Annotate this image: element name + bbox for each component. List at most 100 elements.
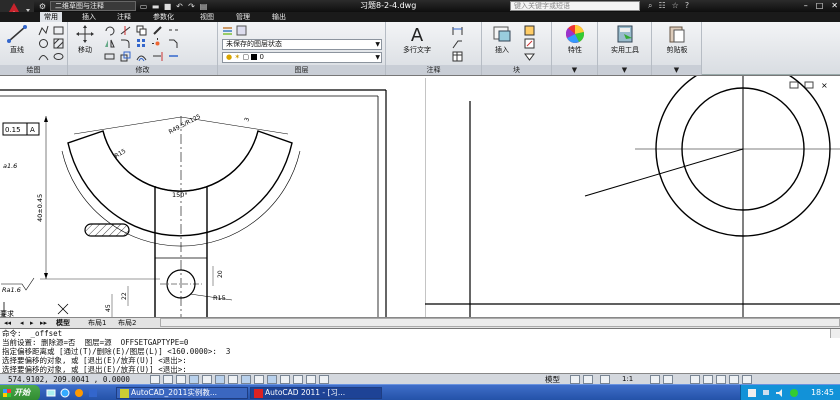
gear-icon[interactable]: ⚙ <box>38 2 47 11</box>
clipboard-panel-arrow[interactable]: ▼ <box>652 65 701 75</box>
right-viewport[interactable]: × <box>425 76 840 318</box>
redo-icon[interactable]: ↷ <box>187 2 196 11</box>
dyn-toggle[interactable] <box>267 375 277 384</box>
tab-output[interactable]: 输出 <box>272 12 286 22</box>
media-icon[interactable] <box>74 388 84 398</box>
rectangle-icon[interactable] <box>53 25 64 36</box>
print-icon[interactable]: ▤ <box>199 2 208 11</box>
tab-model[interactable]: 模型 <box>56 319 70 328</box>
explode-icon[interactable] <box>152 38 163 49</box>
drawing-area[interactable]: 0.15 A a1.6 R49.5/R125 R15 150° 3 40±0.4… <box>0 75 840 318</box>
annotation-visibility-icon[interactable] <box>650 375 660 384</box>
erase-icon[interactable] <box>152 25 163 36</box>
volume-icon[interactable] <box>775 388 785 398</box>
taskbar-item-autocad[interactable]: AutoCAD 2011 - [习... <box>250 387 382 399</box>
break-icon[interactable] <box>168 25 179 36</box>
close-icon[interactable]: ✕ <box>831 0 838 12</box>
layer-properties-icon[interactable] <box>222 25 233 36</box>
command-scrollbar[interactable] <box>830 329 840 338</box>
viewport-close-icon[interactable]: × <box>821 81 828 90</box>
move-button[interactable]: 移动 <box>72 24 98 55</box>
annotation-scale-icon[interactable] <box>600 375 610 384</box>
taskbar-item-tutorial[interactable]: AutoCAD_2011实例教... <box>116 387 248 399</box>
network-icon[interactable] <box>761 388 771 398</box>
infer-constraints-toggle[interactable] <box>150 375 160 384</box>
new-icon[interactable]: ▭ <box>139 2 148 11</box>
tab-insert[interactable]: 插入 <box>82 12 96 22</box>
line-button[interactable]: 直线 <box>4 24 30 55</box>
offset-icon[interactable] <box>136 51 147 62</box>
ellipse-icon[interactable] <box>53 51 64 62</box>
tab-annotate[interactable]: 注释 <box>117 12 131 22</box>
rotate-icon[interactable] <box>104 25 115 36</box>
scale-icon[interactable] <box>120 51 131 62</box>
save-icon[interactable]: ■ <box>163 2 172 11</box>
draw-panel-label[interactable]: 绘图 <box>0 65 67 75</box>
attribute-icon[interactable] <box>524 51 535 62</box>
start-button[interactable]: 开始 <box>0 385 40 400</box>
isolate-objects-icon[interactable] <box>729 375 739 384</box>
trim-icon[interactable] <box>120 25 131 36</box>
properties-button[interactable]: 特性 <box>554 24 596 55</box>
maximize-icon[interactable]: □ <box>816 0 824 12</box>
circle-icon[interactable] <box>38 38 49 49</box>
edit-block-icon[interactable] <box>524 38 535 49</box>
quick-view-drawings-icon[interactable] <box>583 375 593 384</box>
modify-panel-label[interactable]: 修改 <box>68 65 217 75</box>
annotation-panel-label[interactable]: 注释 <box>386 65 481 75</box>
stretch-icon[interactable] <box>104 51 115 62</box>
tab-layout2[interactable]: 布局2 <box>118 319 136 328</box>
array-icon[interactable] <box>136 38 147 49</box>
utilities-button[interactable]: 实用工具 <box>600 24 650 55</box>
horizontal-scrollbar[interactable] <box>160 318 840 327</box>
tab-view[interactable]: 视图 <box>200 12 214 22</box>
search-icon[interactable]: ⌕ <box>648 0 652 12</box>
polar-toggle[interactable] <box>202 375 212 384</box>
open-icon[interactable]: ▬ <box>151 2 160 11</box>
communication-icon[interactable]: ☆ <box>672 0 679 12</box>
properties-panel-arrow[interactable]: ▼ <box>552 65 597 75</box>
tab-home[interactable]: 常用 <box>40 12 62 22</box>
browser-icon[interactable] <box>60 388 70 398</box>
fillet-icon[interactable] <box>120 38 131 49</box>
osnap-toggle[interactable] <box>215 375 225 384</box>
lock-icon[interactable] <box>703 375 713 384</box>
security-icon[interactable] <box>789 388 799 398</box>
insert-block-button[interactable]: 插入 <box>486 24 518 55</box>
workspace-selector[interactable]: 二维草图与注释 <box>50 1 136 11</box>
table-icon[interactable] <box>452 51 463 62</box>
word-icon[interactable] <box>88 388 98 398</box>
auto-scale-icon[interactable] <box>663 375 673 384</box>
command-line[interactable]: 命令: _offset 当前设置: 删除源=否 图层=源 OFFSETGAPTY… <box>0 328 840 374</box>
lineweight-toggle[interactable] <box>280 375 290 384</box>
transparency-toggle[interactable] <box>293 375 303 384</box>
mtext-button[interactable]: A 多行文字 <box>392 24 442 55</box>
create-block-icon[interactable] <box>524 25 535 36</box>
copy-icon[interactable] <box>136 25 147 36</box>
help-icon[interactable]: ? <box>685 0 689 12</box>
clipboard-button[interactable]: 剪贴板 <box>654 24 700 55</box>
otrack-toggle[interactable] <box>241 375 251 384</box>
search-input[interactable]: 键入关键字或短语 <box>510 1 640 11</box>
polyline-icon[interactable] <box>38 25 49 36</box>
quick-view-layouts-icon[interactable] <box>570 375 580 384</box>
tab-nav-last-icon[interactable]: ▸▸ <box>40 319 47 328</box>
tab-nav-prev-icon[interactable]: ◂ <box>20 319 24 328</box>
extend-icon[interactable] <box>152 51 163 62</box>
workspace-switching-icon[interactable] <box>690 375 700 384</box>
3d-osnap-toggle[interactable] <box>228 375 238 384</box>
join-icon[interactable] <box>168 51 179 62</box>
viewport-maximize-icon[interactable] <box>804 81 814 89</box>
mirror-icon[interactable] <box>104 38 115 49</box>
tab-manage[interactable]: 管理 <box>236 12 250 22</box>
tab-parametric[interactable]: 参数化 <box>153 12 174 22</box>
ortho-toggle[interactable] <box>189 375 199 384</box>
hatch-icon[interactable] <box>53 38 64 49</box>
tab-nav-first-icon[interactable]: ◂◂ <box>4 319 11 328</box>
tab-nav-next-icon[interactable]: ▸ <box>30 319 34 328</box>
layer-state-icon[interactable] <box>236 25 247 36</box>
layer-state-dropdown[interactable]: 未保存的图层状态 ▼ <box>222 39 382 50</box>
utilities-panel-arrow[interactable]: ▼ <box>598 65 651 75</box>
selection-cycling-toggle[interactable] <box>319 375 329 384</box>
left-viewport[interactable]: 0.15 A a1.6 R49.5/R125 R15 150° 3 40±0.4… <box>0 76 425 318</box>
